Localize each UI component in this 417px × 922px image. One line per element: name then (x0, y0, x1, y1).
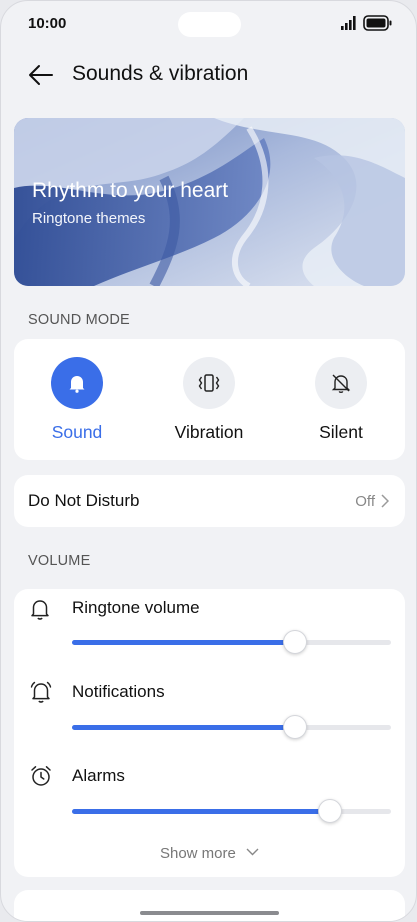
sound-mode-card: Sound Vibration Silent (14, 339, 405, 460)
do-not-disturb-value: Off (355, 493, 375, 510)
volume-section-label: VOLUME (28, 553, 91, 569)
status-bar: 10:00 (1, 1, 416, 47)
back-arrow-icon (29, 65, 53, 85)
chevron-right-icon (381, 494, 389, 508)
volume-card: Ringtone volume Notifications Alarms Sho… (14, 589, 405, 877)
sound-mode-vibration-label: Vibration (174, 422, 244, 442)
banner-subtitle: Ringtone themes (32, 210, 146, 227)
notifications-volume-slider[interactable] (72, 715, 391, 739)
sound-mode-sound[interactable]: Sound (22, 357, 132, 443)
header: Sounds & vibration (1, 53, 416, 97)
slider-fill (72, 809, 331, 814)
slider-thumb[interactable] (283, 630, 308, 654)
do-not-disturb-label: Do Not Disturb (28, 491, 140, 510)
camera-cutout (178, 12, 241, 37)
bell-off-icon (331, 374, 351, 393)
bell-icon (31, 600, 49, 620)
vibration-icon (198, 374, 220, 392)
sound-mode-silent-circle (315, 357, 367, 409)
slider-fill (72, 725, 296, 730)
page-title: Sounds & vibration (72, 62, 249, 85)
sound-mode-silent-label: Silent (319, 422, 363, 442)
bell-icon (69, 376, 85, 393)
sound-mode-sound-label: Sound (51, 422, 103, 442)
notification-bell-icon (30, 681, 52, 703)
alarms-volume-slider[interactable] (72, 799, 391, 823)
ringtone-volume-label: Ringtone volume (72, 598, 200, 617)
battery-icon (363, 15, 392, 31)
slider-thumb[interactable] (283, 715, 308, 739)
status-time: 10:00 (28, 15, 67, 32)
show-more-button[interactable]: Show more (14, 845, 405, 862)
next-settings-card (14, 890, 405, 921)
chevron-down-icon (246, 848, 259, 856)
alarms-volume-label: Alarms (72, 766, 125, 785)
do-not-disturb-row[interactable]: Do Not Disturb Off (14, 475, 405, 527)
home-indicator[interactable] (140, 911, 279, 915)
sound-mode-section-label: SOUND MODE (28, 312, 130, 328)
sound-mode-vibration-circle (183, 357, 235, 409)
notifications-volume-label: Notifications (72, 682, 165, 701)
slider-fill (72, 640, 296, 645)
back-button[interactable] (26, 61, 56, 89)
slider-thumb[interactable] (318, 799, 343, 823)
alarm-clock-icon (31, 766, 51, 786)
show-more-label: Show more (159, 845, 236, 862)
ringtone-volume-slider[interactable] (72, 630, 391, 654)
banner-title: Rhythm to your heart (32, 179, 229, 202)
phone-screen: 10:00 Sounds & vibration Rhythm to your … (0, 0, 417, 922)
sound-mode-vibration[interactable]: Vibration (154, 357, 264, 443)
sound-mode-sound-circle (51, 357, 103, 409)
sound-mode-silent[interactable]: Silent (286, 357, 396, 443)
signal-icon (341, 16, 356, 30)
ringtone-themes-banner[interactable]: Rhythm to your heart Ringtone themes (14, 118, 405, 286)
